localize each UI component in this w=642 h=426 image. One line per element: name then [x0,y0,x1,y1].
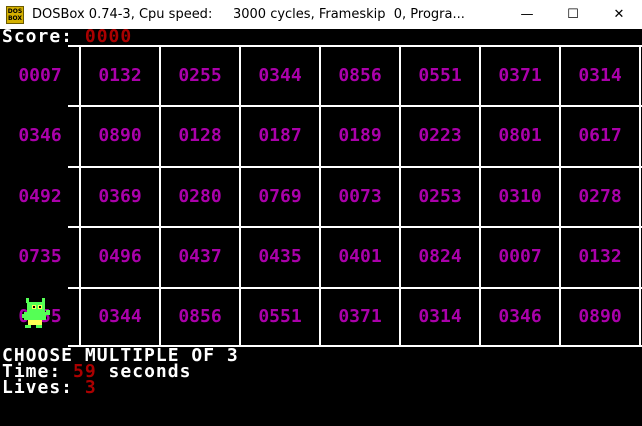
grid-cell[interactable]: 0371 [481,46,559,104]
score-value: 0000 [84,26,133,47]
grid-divider [68,166,642,168]
minimize-button[interactable]: — [504,0,550,29]
grid-cell[interactable]: 0890 [561,288,639,345]
grid-cell[interactable]: 0801 [481,106,559,165]
grid-cell[interactable]: 0824 [401,227,479,286]
grid-divider [68,226,642,228]
grid-divider [68,105,642,107]
grid-cell[interactable]: 0007 [1,46,79,104]
grid-cell[interactable]: 0223 [401,106,479,165]
grid-cell[interactable]: 0314 [561,46,639,104]
grid-cell[interactable]: 0253 [401,167,479,225]
grid-cell[interactable]: 0128 [161,106,239,165]
grid-cell[interactable]: 0278 [561,167,639,225]
grid-cell[interactable]: 0551 [401,46,479,104]
grid-cell[interactable]: 0344 [241,46,319,104]
score-display: Score: 0000 [2,26,133,47]
grid-cell[interactable]: 0769 [241,167,319,225]
grid-cell[interactable]: 0890 [81,106,159,165]
lives-display: Lives: 3 [2,377,97,398]
game-screen[interactable]: Score: 0000 0007 0132 0255 0344 0856 0551 0371… [0,26,642,426]
grid-cell[interactable]: 0551 [241,288,319,345]
score-label: Score: [2,26,85,47]
player-character-icon [22,298,50,328]
grid-divider [559,45,561,347]
grid-cell[interactable]: 0132 [561,227,639,286]
grid-cell[interactable]: 0369 [81,167,159,225]
grid-cell[interactable]: 0255 [161,46,239,104]
lives-value: 3 [84,377,97,398]
grid-cell[interactable]: 0310 [481,167,559,225]
window-titlebar: DOS BOX DOSBox 0.74-3, Cpu speed: 3000 c… [0,0,642,29]
grid-cell[interactable]: 0496 [81,227,159,286]
grid-divider [79,45,81,347]
grid-divider [239,45,241,347]
grid-cell[interactable]: 0401 [321,227,399,286]
close-button[interactable]: ✕ [596,0,642,29]
grid-cell[interactable]: 0189 [321,106,399,165]
grid-cell[interactable]: 0617 [561,106,639,165]
number-grid: 0007 0132 0255 0344 0856 0551 0371 0314 0346 0890… [0,45,642,348]
grid-divider [319,45,321,347]
grid-cell[interactable]: 0492 [1,167,79,225]
lives-label: Lives: [2,377,85,398]
grid-cell[interactable]: 0437 [161,227,239,286]
grid-cell[interactable]: 0856 [161,288,239,345]
grid-divider [639,45,641,347]
grid-cell[interactable]: 0856 [321,46,399,104]
grid-cell[interactable]: 0735 [1,227,79,286]
time-unit: seconds [96,361,192,382]
grid-divider [399,45,401,347]
grid-cell[interactable]: 0187 [241,106,319,165]
grid-divider [68,45,642,47]
grid-cell[interactable]: 0346 [1,106,79,165]
grid-cell[interactable]: 0073 [321,167,399,225]
grid-cell[interactable]: 0435 [241,227,319,286]
grid-divider [479,45,481,347]
grid-cell[interactable]: 0280 [161,167,239,225]
grid-cell[interactable]: 0371 [321,288,399,345]
maximize-button[interactable]: ☐ [550,0,596,29]
grid-divider [68,287,642,289]
grid-cell[interactable]: 0346 [481,288,559,345]
grid-cell[interactable]: 0344 [81,288,159,345]
grid-divider [159,45,161,347]
window-title: DOSBox 0.74-3, Cpu speed: 3000 cycles, F… [32,7,465,22]
grid-cell[interactable]: 0007 [481,227,559,286]
grid-cell[interactable]: 0132 [81,46,159,104]
window-controls: — ☐ ✕ [504,0,642,29]
grid-cell[interactable]: 0314 [401,288,479,345]
dosbox-app-icon[interactable]: DOS BOX [6,5,24,24]
